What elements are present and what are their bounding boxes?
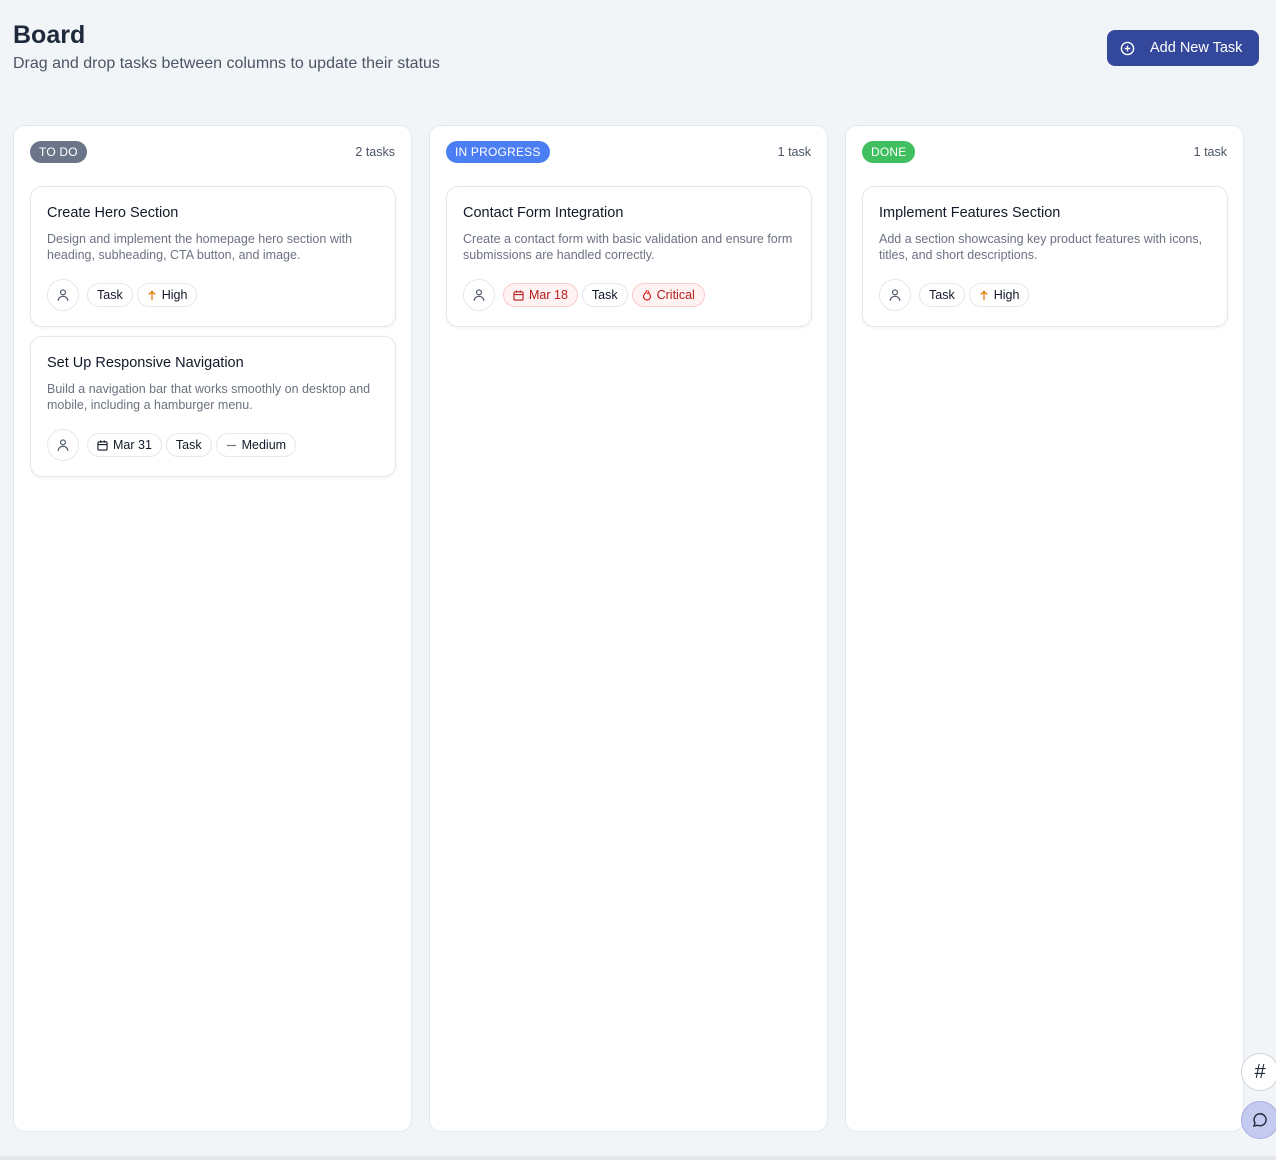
task-type-chip: Task xyxy=(919,283,965,307)
assignee-avatar[interactable] xyxy=(47,429,79,461)
priority-chip: High xyxy=(136,283,198,307)
task-description: Build a navigation bar that works smooth… xyxy=(47,382,371,412)
task-description: Add a section showcasing key product fea… xyxy=(879,232,1203,262)
arrow-up-icon xyxy=(147,289,157,301)
page-title: Board xyxy=(13,21,86,49)
column-task-count: 1 task xyxy=(777,145,811,159)
column-todo[interactable]: TO DO 2 tasks Create Hero Section Design… xyxy=(13,125,412,1132)
task-title: Implement Features Section xyxy=(879,205,1061,221)
plus-circle-icon xyxy=(1120,41,1135,56)
column-task-count: 1 task xyxy=(1193,145,1227,159)
task-card[interactable]: Implement Features Section Add a section… xyxy=(862,186,1228,327)
assignee-avatar[interactable] xyxy=(47,279,79,311)
priority-chip: High xyxy=(968,283,1030,307)
priority-chip: Critical xyxy=(631,283,705,307)
flame-icon xyxy=(642,289,652,301)
divider xyxy=(0,1156,1276,1160)
page-header: Board Drag and drop tasks between column… xyxy=(13,20,440,74)
task-title: Create Hero Section xyxy=(47,205,179,221)
calendar-icon xyxy=(97,439,108,451)
task-type-chip: Task xyxy=(581,283,628,307)
column-in-progress[interactable]: IN PROGRESS 1 task Contact Form Integrat… xyxy=(429,125,828,1132)
task-card[interactable]: Set Up Responsive Navigation Build a nav… xyxy=(30,336,396,477)
add-new-task-button[interactable]: Add New Task xyxy=(1107,30,1259,66)
priority-chip: Medium xyxy=(215,433,297,457)
minus-icon xyxy=(226,440,237,451)
task-card[interactable]: Contact Form Integration Create a contac… xyxy=(446,186,812,327)
column-status-badge: IN PROGRESS xyxy=(446,141,550,163)
hash-button[interactable]: # xyxy=(1241,1053,1276,1091)
user-icon xyxy=(57,289,69,301)
page-subtitle: Drag and drop tasks between columns to u… xyxy=(13,55,440,72)
column-task-count: 2 tasks xyxy=(355,145,395,159)
hash-icon: # xyxy=(1254,1060,1266,1083)
arrow-up-icon xyxy=(979,289,989,301)
task-title: Set Up Responsive Navigation xyxy=(47,355,244,371)
task-meta: Task High xyxy=(47,279,198,311)
assignee-avatar[interactable] xyxy=(879,279,911,311)
assignee-avatar[interactable] xyxy=(463,279,495,311)
task-title: Contact Form Integration xyxy=(463,205,624,221)
due-date-chip: Mar 31 xyxy=(87,433,162,457)
column-status-badge: DONE xyxy=(862,141,916,163)
user-icon xyxy=(473,289,485,301)
task-meta: Task High xyxy=(879,279,1030,311)
column-done[interactable]: DONE 1 task Implement Features Section A… xyxy=(845,125,1244,1132)
task-description: Design and implement the homepage hero s… xyxy=(47,232,353,262)
due-date-chip: Mar 18 xyxy=(503,283,578,307)
chat-bubble-icon xyxy=(1252,1113,1267,1127)
column-status-badge: TO DO xyxy=(30,141,87,163)
task-card[interactable]: Create Hero Section Design and implement… xyxy=(30,186,396,327)
user-icon xyxy=(57,439,69,451)
user-icon xyxy=(889,289,901,301)
calendar-icon xyxy=(513,289,524,301)
chat-button[interactable] xyxy=(1241,1101,1276,1139)
task-description: Create a contact form with basic validat… xyxy=(463,232,793,262)
task-type-chip: Task xyxy=(87,283,133,307)
task-meta: Mar 31 Task Medium xyxy=(47,429,297,461)
task-meta: Mar 18 Task Critical xyxy=(463,279,705,311)
add-new-task-label: Add New Task xyxy=(1150,40,1243,56)
task-type-chip: Task xyxy=(165,433,212,457)
